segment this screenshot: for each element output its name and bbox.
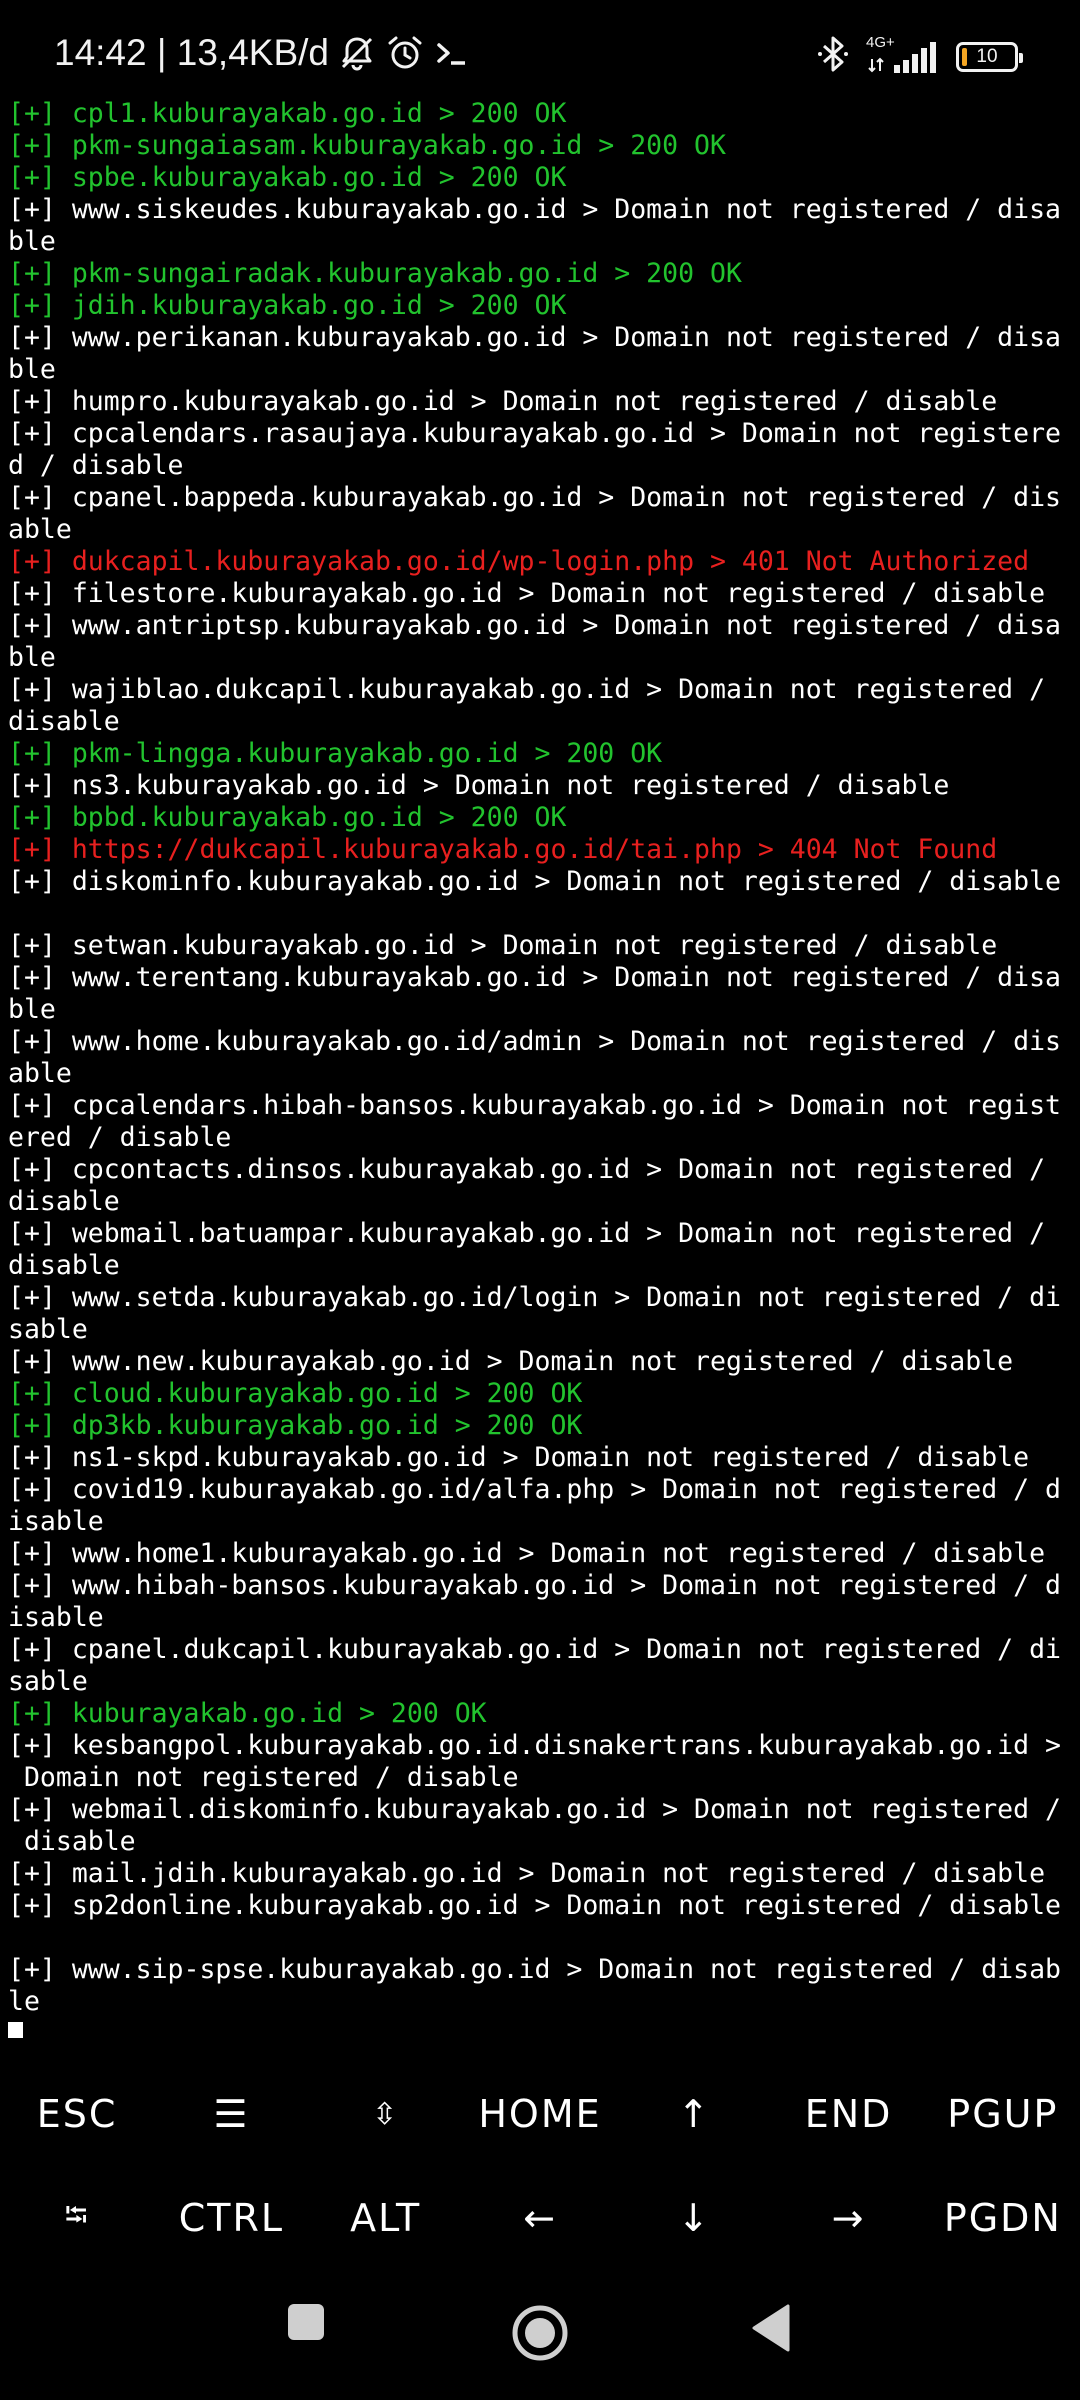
terminal-line: able	[8, 1058, 72, 1089]
terminal-line: [+] bpbd.kuburayakab.go.id > 200 OK	[8, 802, 567, 833]
extra-keys-bar: ESC ☰ ⇳ HOME ↑ END PGUP ⭾ CTRL ALT ← ↓ → PGDN	[0, 2062, 1080, 2272]
terminal-line: [+] mail.jdih.kuburayakab.go.id > Domain…	[8, 1858, 1046, 1889]
status-bar: 14:42 | 13,4KB/d 4G+ 10	[0, 0, 1080, 96]
terminal-line: [+] ns1-skpd.kuburayakab.go.id > Domain …	[8, 1442, 1030, 1473]
arrow-down-icon[interactable]: ↓	[617, 2166, 771, 2270]
terminal-line: [+] kuburayakab.go.id > 200 OK	[8, 1698, 487, 1729]
terminal-line: [+] https://dukcapil.kuburayakab.go.id/t…	[8, 834, 998, 865]
dnd-bell-off-icon	[337, 33, 377, 73]
terminal-line: [+] www.sip-spse.kuburayakab.go.id > Dom…	[8, 1954, 1061, 1985]
terminal-line: isable	[8, 1506, 104, 1537]
terminal-line: disable	[8, 1186, 120, 1217]
terminal-line: [+] filestore.kuburayakab.go.id > Domain…	[8, 578, 1046, 609]
terminal-line: [+] cpcalendars.rasaujaya.kuburayakab.go…	[8, 418, 1061, 449]
key-pgdn[interactable]: PGDN	[926, 2166, 1080, 2270]
recents-square-icon[interactable]	[286, 2300, 326, 2348]
terminal-line: [+] dukcapil.kuburayakab.go.id/wp-login.…	[8, 546, 1030, 577]
terminal-line: d / disable	[8, 450, 184, 481]
terminal-line: [+] pkm-lingga.kuburayakab.go.id > 200 O…	[8, 738, 663, 769]
home-circle-icon[interactable]	[510, 2303, 570, 2367]
terminal-line: [+] webmail.batuampar.kuburayakab.go.id …	[8, 1218, 1046, 1249]
terminal-line: ble	[8, 354, 56, 385]
terminal-line: ble	[8, 226, 56, 257]
terminal-line: sable	[8, 1666, 88, 1697]
cursor-line	[8, 2018, 1078, 2038]
terminal-line: disable	[8, 706, 120, 737]
terminal-line: [+] www.perikanan.kuburayakab.go.id > Do…	[8, 322, 1061, 353]
terminal-line: Domain not registered / disable	[8, 1762, 519, 1793]
terminal-cursor	[8, 2022, 23, 2038]
terminal-line: [+] covid19.kuburayakab.go.id/alfa.php >…	[8, 1474, 1061, 1505]
terminal-line: [+] spbe.kuburayakab.go.id > 200 OK	[8, 162, 567, 193]
terminal-line: [+] humpro.kuburayakab.go.id > Domain no…	[8, 386, 998, 417]
terminal-line: le	[8, 1986, 40, 2017]
terminal-line: [+] www.siskeudes.kuburayakab.go.id > Do…	[8, 194, 1061, 225]
key-end[interactable]: END	[771, 2062, 925, 2166]
terminal-line: ered / disable	[8, 1122, 232, 1153]
hamburger-menu-icon[interactable]: ☰	[154, 2062, 308, 2166]
extra-keys-row-2: ⭾ CTRL ALT ← ↓ → PGDN	[0, 2166, 1080, 2270]
terminal-line: [+] cpl1.kuburayakab.go.id > 200 OK	[8, 98, 567, 129]
terminal-line: [+] pkm-sungairadak.kuburayakab.go.id > …	[8, 258, 742, 289]
signal-indicator: 4G+	[866, 34, 940, 77]
terminal-line: isable	[8, 1602, 104, 1633]
terminal-line: disable	[8, 1826, 136, 1857]
terminal-line: ble	[8, 642, 56, 673]
terminal-line: able	[8, 514, 72, 545]
terminal-line: [+] cloud.kuburayakab.go.id > 200 OK	[8, 1378, 583, 1409]
terminal-prompt-icon	[433, 33, 469, 73]
terminal-line: [+] webmail.diskominfo.kuburayakab.go.id…	[8, 1794, 1061, 1825]
battery-level: 10	[976, 45, 998, 67]
terminal-line: [+] cpcontacts.dinsos.kuburayakab.go.id …	[8, 1154, 1046, 1185]
status-time-and-speed: 14:42 | 13,4KB/d	[54, 32, 329, 73]
terminal-line: [+] cpanel.dukcapil.kuburayakab.go.id > …	[8, 1634, 1061, 1665]
terminal-line: [+] www.terentang.kuburayakab.go.id > Do…	[8, 962, 1061, 993]
terminal-line: [+] www.home1.kuburayakab.go.id > Domain…	[8, 1538, 1046, 1569]
terminal-line: [+] www.home.kuburayakab.go.id/admin > D…	[8, 1026, 1061, 1057]
battery-icon: 10	[956, 41, 1023, 72]
terminal-line: [+] kesbangpol.kuburayakab.go.id.disnake…	[8, 1730, 1061, 1761]
terminal-line: [+] dp3kb.kuburayakab.go.id > 200 OK	[8, 1410, 583, 1441]
bluetooth-icon	[816, 34, 850, 79]
key-ctrl[interactable]: CTRL	[154, 2166, 308, 2270]
terminal-line: [+] ns3.kuburayakab.go.id > Domain not r…	[8, 770, 950, 801]
back-triangle-icon[interactable]	[750, 2302, 792, 2358]
terminal-line: disable	[8, 1250, 120, 1281]
arrow-left-icon[interactable]: ←	[463, 2166, 617, 2270]
arrow-right-icon[interactable]: →	[771, 2166, 925, 2270]
terminal-line: [+] wajiblao.dukcapil.kuburayakab.go.id …	[8, 674, 1046, 705]
terminal-line: [+] www.setda.kuburayakab.go.id/login > …	[8, 1282, 1061, 1313]
extra-keys-row-1: ESC ☰ ⇳ HOME ↑ END PGUP	[0, 2062, 1080, 2166]
arrow-up-icon[interactable]: ↑	[617, 2062, 771, 2166]
terminal-output[interactable]: [+] cpl1.kuburayakab.go.id > 200 OK [+] p…	[8, 98, 1078, 2038]
terminal-line: [+] sp2donline.kuburayakab.go.id > Domai…	[8, 1890, 1061, 1921]
terminal-line: [+] pkm-sungaiasam.kuburayakab.go.id > 2…	[8, 130, 726, 161]
terminal-line: [+] cpanel.bappeda.kuburayakab.go.id > D…	[8, 482, 1061, 513]
terminal-line: [+] setwan.kuburayakab.go.id > Domain no…	[8, 930, 998, 961]
terminal-line: [+] www.new.kuburayakab.go.id > Domain n…	[8, 1346, 1014, 1377]
key-alt[interactable]: ALT	[309, 2166, 463, 2270]
terminal-line: sable	[8, 1314, 88, 1345]
terminal-line: [+] www.hibah-bansos.kuburayakab.go.id >…	[8, 1570, 1061, 1601]
terminal-line: [+] www.antriptsp.kuburayakab.go.id > Do…	[8, 610, 1061, 641]
terminal-line: [+] diskominfo.kuburayakab.go.id > Domai…	[8, 866, 1061, 897]
key-esc[interactable]: ESC	[0, 2062, 154, 2166]
battery-fill	[962, 47, 967, 66]
status-left: 14:42 | 13,4KB/d	[54, 32, 469, 74]
terminal-line: [+] jdih.kuburayakab.go.id > 200 OK	[8, 290, 567, 321]
key-pgup[interactable]: PGUP	[926, 2062, 1080, 2166]
terminal-line: [+] cpcalendars.hibah-bansos.kuburayakab…	[8, 1090, 1061, 1121]
terminal-line: ble	[8, 994, 56, 1025]
tab-icon[interactable]: ⭾	[0, 2166, 154, 2270]
status-right: 4G+ 10	[816, 34, 1023, 79]
key-home[interactable]: HOME	[463, 2062, 617, 2166]
alarm-clock-icon	[385, 33, 425, 73]
up-down-arrow-icon[interactable]: ⇳	[309, 2062, 463, 2166]
